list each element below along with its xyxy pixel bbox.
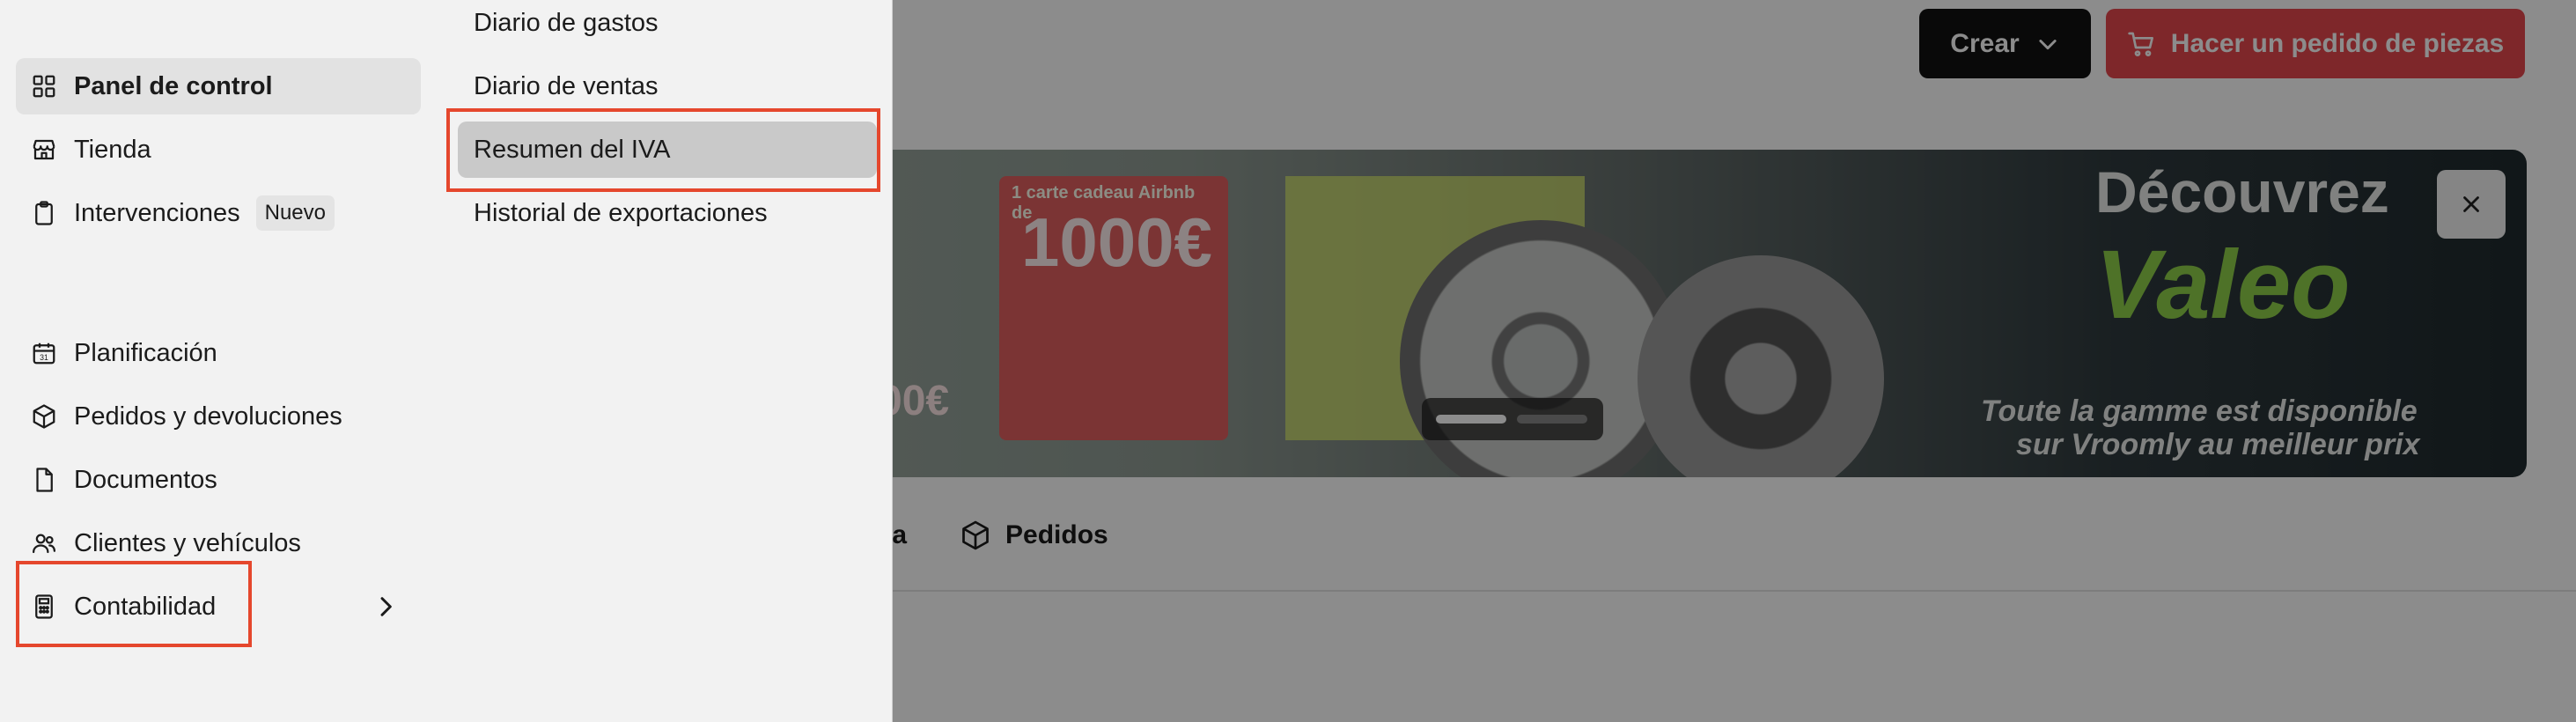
box-icon: [30, 402, 58, 431]
sidebar-item-accounting[interactable]: Contabilidad: [16, 578, 421, 635]
document-icon: [30, 466, 58, 494]
submenu-item-label: Historial de exportaciones: [474, 198, 768, 227]
submenu-item-expense-journal[interactable]: Diario de gastos: [458, 0, 877, 51]
sidebar-item-label: Contabilidad: [74, 592, 217, 621]
svg-text:31: 31: [40, 353, 48, 362]
sidebar-item-orders[interactable]: Pedidos y devoluciones: [16, 388, 421, 445]
submenu-item-label: Diario de ventas: [474, 71, 659, 100]
chevron-right-icon: [380, 597, 392, 616]
sidebar-item-label: Panel de control: [74, 71, 273, 100]
sidebar-item-label: Intervenciones: [74, 198, 240, 227]
sidebar-item-customers[interactable]: Clientes y vehículos: [16, 515, 421, 571]
clipboard-icon: [30, 199, 58, 227]
sidebar-item-planning[interactable]: 31 Planificación: [16, 325, 421, 381]
sidebar-item-label: Planificación: [74, 338, 217, 367]
store-icon: [30, 136, 58, 164]
dashboard-icon: [30, 72, 58, 100]
sidebar: Panel de control Tienda Intervenciones N…: [0, 0, 444, 722]
submenu-item-sales-journal[interactable]: Diario de ventas: [458, 58, 877, 114]
sidebar-item-store[interactable]: Tienda: [16, 122, 421, 178]
sidebar-item-label: Clientes y vehículos: [74, 528, 301, 557]
calculator-icon: [30, 593, 58, 621]
sidebar-item-interventions[interactable]: Intervenciones Nuevo: [16, 185, 421, 241]
submenu-item-export-history[interactable]: Historial de exportaciones: [458, 185, 877, 241]
sidebar-item-label: Documentos: [74, 465, 217, 494]
accounting-submenu: Diario de gastos Diario de ventas Resume…: [443, 0, 893, 722]
submenu-item-label: Resumen del IVA: [474, 135, 671, 164]
sidebar-item-label: Pedidos y devoluciones: [74, 402, 342, 431]
submenu-item-label: Diario de gastos: [474, 8, 659, 37]
sidebar-item-dashboard[interactable]: Panel de control: [16, 58, 421, 114]
sidebar-item-documents[interactable]: Documentos: [16, 452, 421, 508]
new-badge: Nuevo: [255, 195, 335, 231]
users-icon: [30, 529, 58, 557]
submenu-item-vat-summary[interactable]: Resumen del IVA: [458, 122, 877, 178]
calendar-icon: 31: [30, 339, 58, 367]
sidebar-item-label: Tienda: [74, 135, 151, 164]
